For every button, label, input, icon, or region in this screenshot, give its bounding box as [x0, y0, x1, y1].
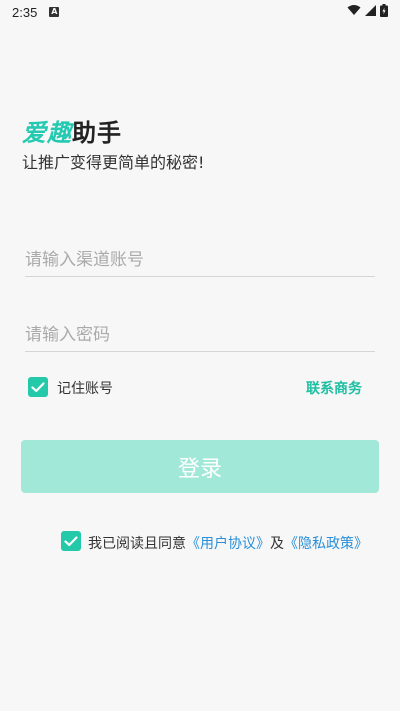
channel-account-field [25, 243, 375, 277]
agreement-text: 我已阅读且同意《用户协议》及《隐私政策》 [88, 533, 368, 553]
app-title-accent: 爱趣 [22, 119, 72, 147]
agreement-prefix: 我已阅读且同意 [88, 536, 186, 552]
remember-checkbox[interactable] [28, 377, 48, 397]
check-icon [31, 381, 45, 392]
status-bar: 2:35 A [0, 0, 400, 24]
status-icons [347, 3, 388, 21]
wifi-icon [347, 4, 361, 20]
remember-label[interactable]: 记住账号 [57, 378, 113, 398]
channel-account-input[interactable] [25, 243, 375, 276]
agreement-conjunction: 及 [270, 536, 284, 552]
battery-icon [380, 3, 388, 21]
app-title: 爱趣助手 [22, 113, 122, 148]
a-icon: A [49, 7, 60, 17]
agreement-checkbox[interactable] [61, 531, 81, 551]
signal-icon [365, 4, 376, 20]
password-input[interactable] [25, 318, 375, 351]
status-time: 2:35 [12, 4, 38, 20]
privacy-policy-link[interactable]: 《隐私政策》 [284, 536, 368, 552]
password-field [25, 318, 375, 352]
contact-business-link[interactable]: 联系商务 [306, 378, 362, 398]
login-button[interactable]: 登录 [21, 440, 379, 493]
app-title-rest: 助手 [72, 119, 122, 147]
login-screen: 2:35 A 爱趣助手 让推广变得更简单的秘密! 请输入渠道账号 记住账号 联系… [0, 0, 400, 711]
user-agreement-link[interactable]: 《用户协议》 [186, 536, 270, 552]
app-subtitle: 让推广变得更简单的秘密! [22, 153, 205, 172]
check-icon [64, 535, 78, 546]
